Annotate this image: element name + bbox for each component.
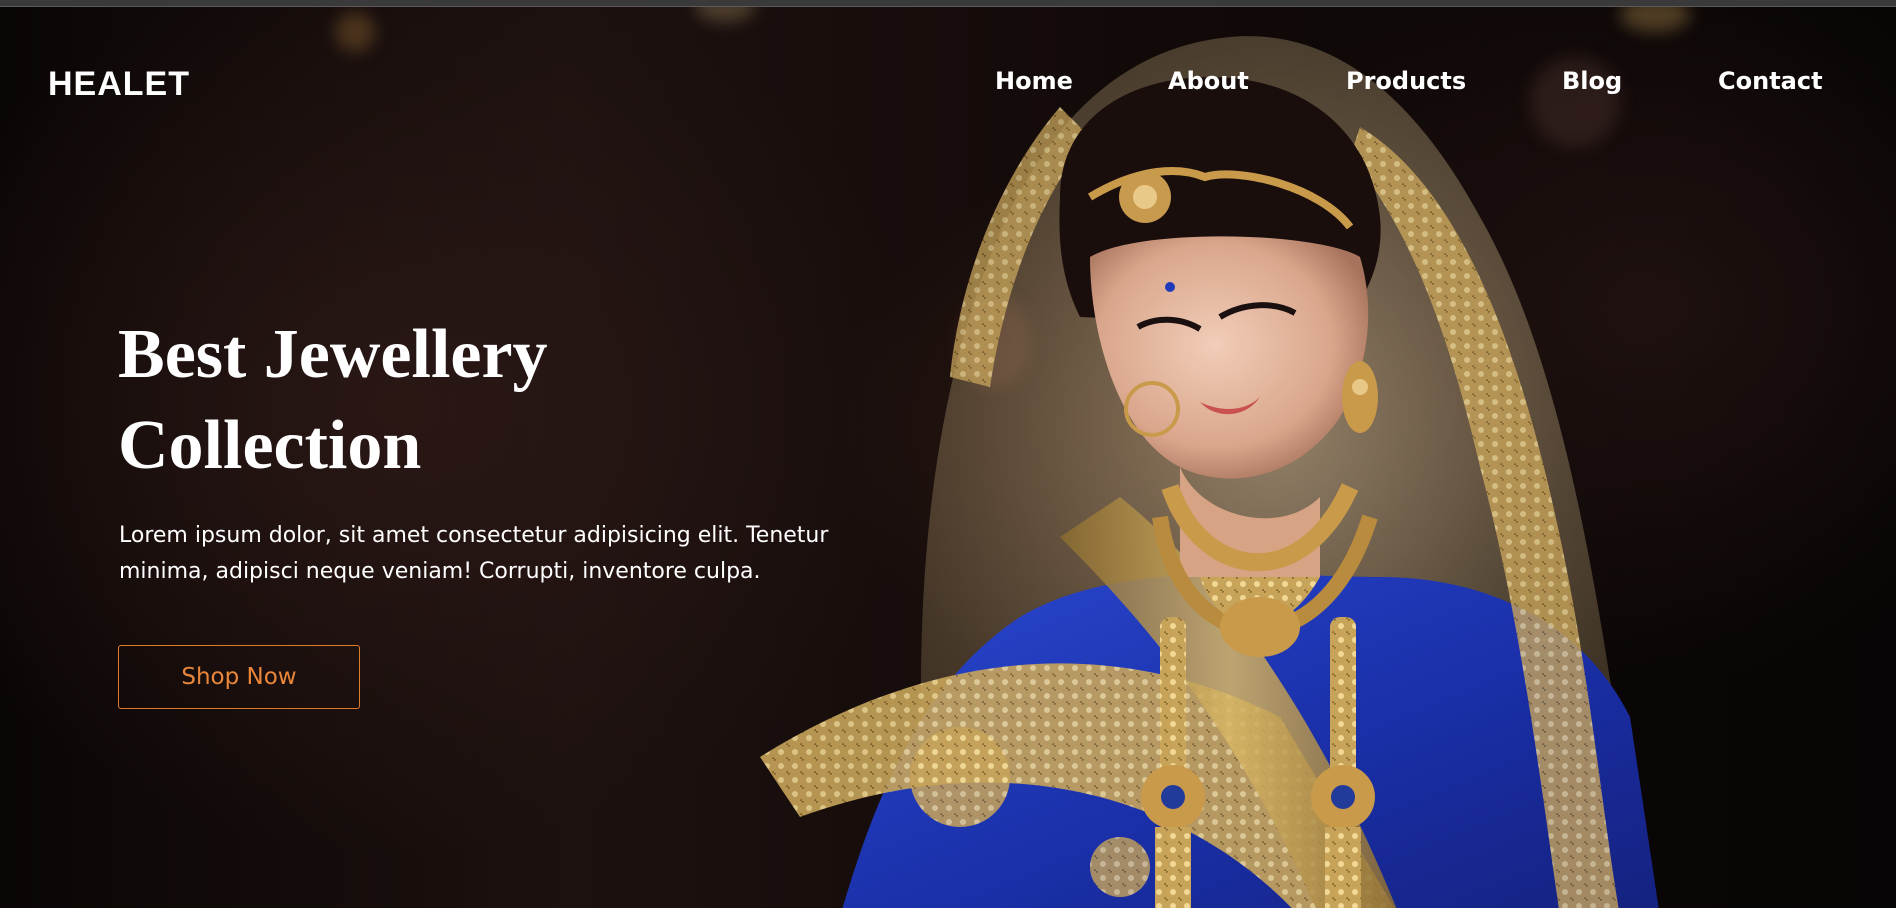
hero-title-line-1: Best Jewellery (118, 316, 548, 393)
main-nav: Home About Products Blog Contact (0, 67, 1896, 107)
hero-description-line-2: minima, adipisci neque veniam! Corrupti,… (119, 559, 761, 584)
nav-link-blog[interactable]: Blog (1562, 67, 1622, 95)
nav-link-home[interactable]: Home (995, 67, 1073, 95)
shop-now-button[interactable]: Shop Now (118, 645, 360, 709)
hero-title: Best Jewellery Collection (118, 309, 678, 491)
hero-title-line-2: Collection (118, 407, 422, 484)
browser-top-strip (0, 0, 1896, 7)
bokeh-light (695, 7, 755, 22)
hero-section: HEALET Home About Products Blog Contact … (0, 7, 1896, 908)
nav-link-contact[interactable]: Contact (1718, 67, 1823, 95)
hero-description: Lorem ipsum dolor, sit amet consectetur … (119, 518, 919, 590)
bride-portrait-image (760, 36, 1659, 908)
bokeh-light (335, 12, 375, 52)
nav-link-about[interactable]: About (1168, 67, 1249, 95)
hero-description-line-1: Lorem ipsum dolor, sit amet consectetur … (119, 523, 829, 548)
nav-link-products[interactable]: Products (1346, 67, 1466, 95)
